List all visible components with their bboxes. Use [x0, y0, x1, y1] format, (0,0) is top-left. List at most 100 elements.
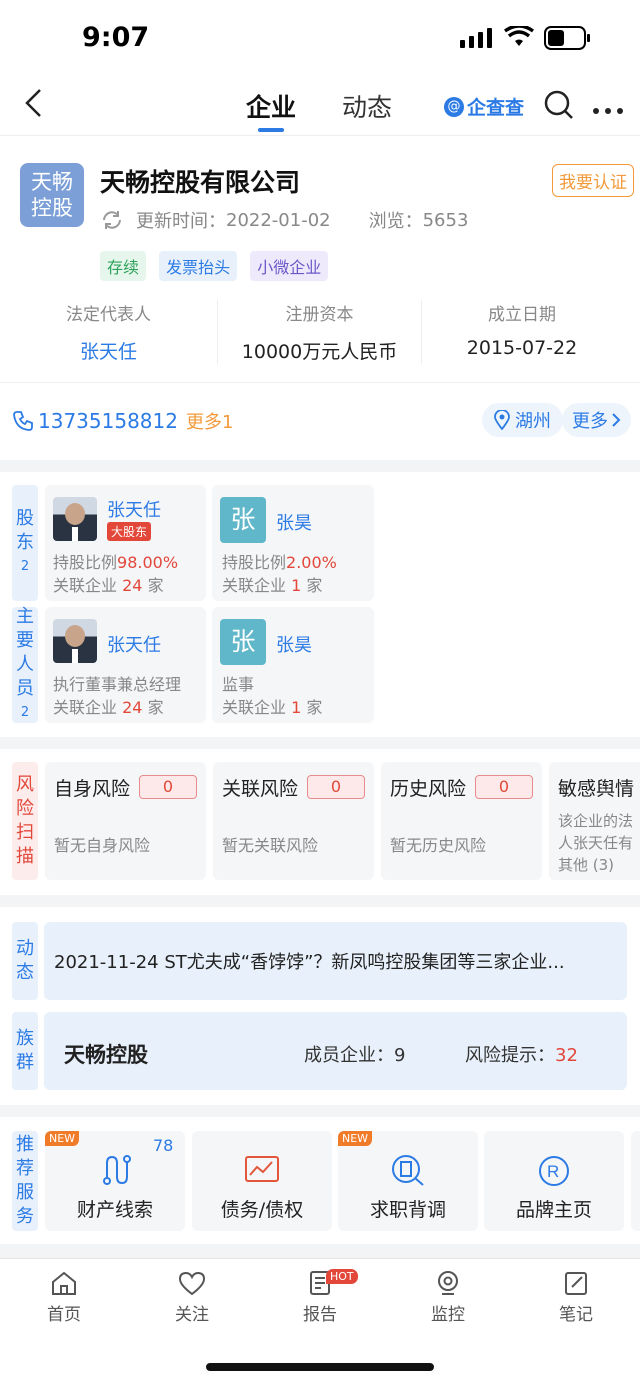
- nav-label: 报告: [303, 1305, 337, 1325]
- capital-label: 注册资本: [285, 305, 354, 325]
- more-phones[interactable]: 更多1: [186, 408, 233, 434]
- verify-button[interactable]: 我要认证: [552, 164, 634, 197]
- service-background-check[interactable]: NEW 求职背调: [338, 1131, 478, 1231]
- news-label[interactable]: 动 态: [12, 922, 38, 1000]
- location-text: 湖州: [515, 411, 551, 432]
- section-gap: [0, 1244, 640, 1258]
- major-shareholder-badge: 大股东: [107, 522, 152, 541]
- more-icon[interactable]: [592, 100, 624, 119]
- back-icon[interactable]: [22, 88, 46, 122]
- nav-follow[interactable]: 关注: [128, 1270, 256, 1325]
- related-unit: 家: [147, 576, 164, 595]
- chevron-right-icon: [612, 413, 621, 427]
- risk-desc: 暂无历史风险: [390, 836, 487, 855]
- news-label-char: 态: [16, 962, 34, 983]
- news-item[interactable]: 2021-11-24 ST尤夫成“香饽饽”？新凤鸣控股集团等三家企业...: [44, 922, 627, 1000]
- personnel-card[interactable]: 张天任 执行董事兼总经理 关联企业 24 家: [45, 607, 206, 723]
- shareholder-name[interactable]: 张昊: [276, 509, 312, 535]
- tag-invoice[interactable]: 发票抬头: [159, 251, 238, 281]
- group-risk: 风险提示：32: [465, 1041, 578, 1067]
- nav-monitor[interactable]: 监控: [384, 1270, 512, 1325]
- group-members: 成员企业：9: [304, 1041, 405, 1067]
- shareholders-label-char: 东: [16, 532, 34, 553]
- risk-label-char: 风: [16, 774, 34, 795]
- service-card-partial[interactable]: [631, 1131, 640, 1231]
- contact-more-text: 更多: [572, 411, 608, 432]
- personnel-name[interactable]: 张昊: [276, 631, 312, 657]
- group-label[interactable]: 族 群: [12, 1012, 38, 1090]
- ratio-value: 2.00%: [286, 553, 337, 572]
- nav-label: 首页: [47, 1305, 81, 1325]
- shareholder-card[interactable]: 张 张昊 持股比例2.00% 关联企业 1 家: [212, 485, 374, 601]
- nav-notes[interactable]: 笔记: [512, 1270, 640, 1325]
- risk-scan-label[interactable]: 风 险 扫 描: [12, 762, 38, 880]
- related-count: 24: [122, 576, 143, 595]
- risk-label-char: 描: [16, 846, 34, 867]
- contact-more-button[interactable]: 更多: [562, 403, 631, 437]
- related-label: 关联企业: [53, 576, 118, 595]
- tab-company[interactable]: 企业: [246, 88, 296, 124]
- service-brand-page[interactable]: R 品牌主页: [484, 1131, 624, 1231]
- risk-card-related[interactable]: 关联风险 0 暂无关联风险: [213, 762, 374, 880]
- service-label: 债务/债权: [220, 1199, 304, 1221]
- search-icon[interactable]: [544, 90, 574, 124]
- services-label-char: 务: [16, 1206, 34, 1227]
- phone-row[interactable]: 13735158812 更多1: [12, 408, 233, 434]
- company-logo-line2: 控股: [31, 196, 73, 220]
- service-property-clues[interactable]: NEW 78 财产线索: [45, 1131, 185, 1231]
- services-label-char: 荐: [16, 1158, 34, 1179]
- service-debt[interactable]: 债务/债权: [192, 1131, 332, 1231]
- group-name: 天畅控股: [64, 1043, 148, 1067]
- risk-count: 0: [475, 775, 533, 799]
- risk-card-self[interactable]: 自身风险 0 暂无自身风险: [45, 762, 206, 880]
- risk-card-history[interactable]: 历史风险 0 暂无历史风险: [381, 762, 542, 880]
- company-logo: 天畅 控股: [20, 163, 84, 227]
- group-label-char: 群: [16, 1052, 34, 1073]
- location-pin-icon: [494, 410, 510, 430]
- location-chip[interactable]: 湖州: [482, 403, 563, 437]
- home-icon: [52, 1271, 76, 1295]
- shareholder-card[interactable]: 张天任 大股东 持股比例98.00% 关联企业 24 家: [45, 485, 206, 601]
- personnel-label[interactable]: 主 要 人 员 2: [12, 606, 38, 723]
- bottom-nav-divider: [0, 1258, 640, 1259]
- building-search-icon: [390, 1153, 426, 1191]
- tab-active-indicator: [258, 128, 284, 132]
- personnel-name[interactable]: 张天任: [107, 631, 161, 657]
- group-risk-label: 风险提示：: [465, 1045, 555, 1066]
- service-label: 财产线索: [76, 1199, 153, 1221]
- risk-title: 关联风险: [222, 778, 299, 800]
- risk-title: 自身风险: [54, 778, 131, 800]
- phone-icon: [13, 411, 33, 431]
- phone-number[interactable]: 13735158812: [38, 409, 178, 433]
- ratio-label: 持股比例: [53, 553, 118, 572]
- key-info-legal-rep[interactable]: 法定代表人 张天任: [0, 300, 218, 364]
- nav-report[interactable]: 报告 HOT: [256, 1269, 384, 1325]
- risk-card-sentiment[interactable]: 敏感舆情 该企业的法 人张天任有 其他 (3): [549, 762, 640, 880]
- qcc-brand[interactable]: @ 企查查: [444, 93, 524, 120]
- new-badge: NEW: [45, 1131, 80, 1146]
- camera-monitor-icon: [438, 1271, 458, 1295]
- shareholder-related: 关联企业 24 家: [53, 572, 164, 596]
- registered-trademark-icon: R: [538, 1155, 570, 1191]
- header-divider: [0, 135, 640, 136]
- updated-value: 2022-01-02: [226, 209, 331, 231]
- shareholders-label[interactable]: 股 东 2: [12, 485, 38, 601]
- shareholder-name[interactable]: 张天任: [107, 496, 161, 522]
- key-info-founded: 成立日期 2015-07-22: [422, 300, 622, 364]
- nav-home[interactable]: 首页: [0, 1270, 128, 1325]
- personnel-card[interactable]: 张 张昊 监事 关联企业 1 家: [212, 607, 374, 723]
- personnel-role: 监事: [222, 675, 255, 694]
- avatar: [53, 497, 97, 541]
- group-card[interactable]: 天畅控股 成员企业：9 风险提示：32: [44, 1012, 627, 1090]
- tab-news[interactable]: 动态: [342, 88, 392, 124]
- related-label: 关联企业: [222, 576, 287, 595]
- personnel-role: 执行董事兼总经理: [53, 675, 182, 694]
- legal-rep-value[interactable]: 张天任: [0, 337, 217, 364]
- updated-label: 更新时间：: [136, 211, 226, 232]
- shareholders-count: 2: [20, 559, 30, 574]
- company-detail-screen: { "status_bar": {"time": "9:07"}, "heade…: [0, 0, 640, 1385]
- related-unit: 家: [306, 698, 323, 717]
- home-indicator: [206, 1363, 434, 1371]
- service-label: 求职背调: [369, 1199, 446, 1221]
- company-meta: 更新时间： 2022-01-02 浏览： 5653: [100, 207, 468, 233]
